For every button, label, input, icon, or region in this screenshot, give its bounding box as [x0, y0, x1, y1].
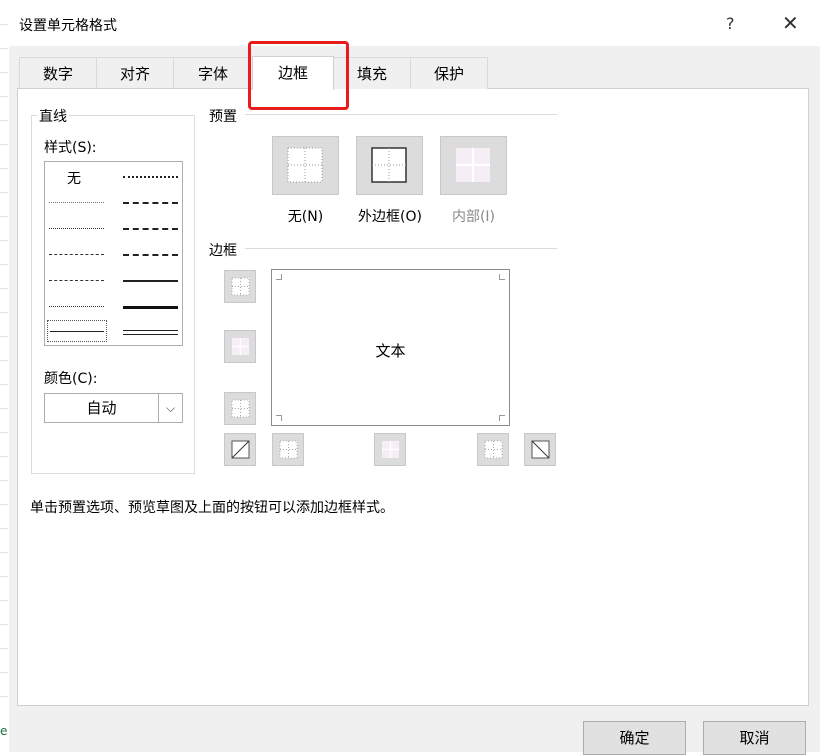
- sheet-row-line: [0, 624, 8, 625]
- border-section-label: 边框: [209, 243, 237, 259]
- sheet-row-line: [0, 240, 8, 241]
- sheet-row-line: [0, 600, 8, 601]
- sheet-row-line: [0, 576, 8, 577]
- line-style-medium[interactable]: [123, 280, 178, 282]
- line-style-dash-dot-dot[interactable]: [49, 254, 104, 255]
- border-diagonal-down-button[interactable]: [524, 433, 556, 466]
- border-diagonal-up-button[interactable]: [224, 433, 256, 466]
- sheet-row-line: [0, 552, 8, 553]
- sheet-row-line: [0, 264, 8, 265]
- border-preview-area[interactable]: 文本: [271, 269, 510, 426]
- color-dropdown-value: 自动: [45, 394, 159, 422]
- line-style-thick[interactable]: [123, 306, 178, 309]
- preset-outline-button[interactable]: [356, 136, 423, 195]
- border-inside-horizontal-button[interactable]: [224, 330, 256, 363]
- sheet-row-line: [0, 672, 8, 673]
- presets-section-label: 预置: [209, 109, 237, 125]
- help-button[interactable]: ?: [726, 14, 735, 33]
- diagonal-down-icon: [531, 440, 550, 459]
- border-divider: [245, 248, 557, 249]
- preview-corner-mark: [499, 415, 505, 421]
- sheet-row-line: [0, 288, 8, 289]
- border-bottom-icon: [231, 399, 250, 418]
- sheet-edge-text: e: [0, 724, 8, 738]
- line-style-dash-dot[interactable]: [49, 280, 104, 281]
- sheet-row-line: [0, 696, 8, 697]
- line-style-medium-dash-dot[interactable]: [123, 228, 178, 230]
- preset-outline-label[interactable]: 外边框(O): [352, 206, 428, 226]
- dialog-titlebar: [9, 0, 820, 46]
- line-style-list[interactable]: 无: [44, 161, 183, 346]
- line-style-medium-dash-dot-dot[interactable]: [123, 176, 178, 178]
- border-bottom-button[interactable]: [224, 392, 256, 425]
- sheet-row-line: [0, 144, 8, 145]
- border-right-button[interactable]: [477, 433, 509, 466]
- sheet-row-line: [0, 360, 8, 361]
- style-label: 样式(S):: [44, 140, 97, 156]
- sheet-row-line: [0, 312, 8, 313]
- sheet-row-line: [0, 456, 8, 457]
- sheet-row-line: [0, 72, 8, 73]
- sheet-row-line: [0, 504, 8, 505]
- preset-inside-button[interactable]: [440, 136, 507, 195]
- sheet-row-line: [0, 216, 8, 217]
- sheet-row-line: [0, 480, 8, 481]
- border-top-button[interactable]: [224, 270, 256, 303]
- hint-text: 单击预置选项、预览草图及上面的按钮可以添加边框样式。: [30, 500, 394, 516]
- tab-protection[interactable]: 保护: [410, 57, 488, 89]
- tab-font[interactable]: 字体: [173, 57, 253, 89]
- sheet-row-line: [0, 336, 8, 337]
- preset-none-label[interactable]: 无(N): [272, 206, 339, 226]
- line-style-dotted[interactable]: [49, 228, 104, 229]
- line-style-medium-dashed[interactable]: [123, 254, 178, 256]
- color-dropdown[interactable]: 自动 ⌵: [44, 393, 183, 423]
- preset-outline-icon: [371, 147, 407, 183]
- sheet-row-line: [0, 168, 8, 169]
- sheet-row-line: [0, 120, 8, 121]
- line-style-double[interactable]: [123, 330, 178, 335]
- preview-corner-mark: [276, 274, 282, 280]
- preset-none-button[interactable]: [272, 136, 339, 195]
- cancel-button[interactable]: 取消: [703, 721, 806, 755]
- preset-inside-icon: [456, 148, 490, 182]
- tab-alignment[interactable]: 对齐: [96, 57, 174, 89]
- sheet-row-line: [0, 48, 8, 49]
- line-style-hair[interactable]: [49, 202, 104, 203]
- color-label: 颜色(C):: [44, 371, 98, 387]
- line-style-dashed-thin[interactable]: [49, 306, 104, 307]
- border-inside-vertical-button[interactable]: [374, 433, 406, 466]
- border-right-icon: [484, 440, 503, 459]
- preview-text: 文本: [375, 342, 406, 360]
- line-style-none[interactable]: 无: [67, 168, 81, 188]
- preview-corner-mark: [499, 274, 505, 280]
- dialog-title: 设置单元格格式: [19, 18, 117, 34]
- sheet-row-line: [0, 192, 8, 193]
- sheet-row-line: [0, 408, 8, 409]
- tab-number[interactable]: 数字: [19, 57, 97, 89]
- line-group-label: 直线: [37, 106, 69, 126]
- preset-none-icon: [287, 147, 323, 183]
- close-icon[interactable]: ✕: [782, 11, 799, 35]
- chevron-down-icon[interactable]: ⌵: [159, 394, 182, 422]
- preview-corner-mark: [276, 415, 282, 421]
- sheet-row-line: [0, 96, 8, 97]
- border-left-button[interactable]: [272, 433, 304, 466]
- sheet-row-line: [0, 384, 8, 385]
- border-inside-vertical-icon: [382, 441, 399, 458]
- diagonal-up-icon: [231, 440, 250, 459]
- line-style-slant-dash-dot[interactable]: [123, 202, 178, 204]
- border-top-icon: [231, 277, 250, 296]
- presets-divider: [245, 114, 557, 115]
- line-style-thin-selected[interactable]: [47, 320, 107, 342]
- preset-inside-label: 内部(I): [451, 209, 496, 225]
- sheet-row-line: [0, 528, 8, 529]
- border-inside-horizontal-icon: [232, 338, 249, 355]
- sheet-row-line: [0, 648, 8, 649]
- sheet-row-line: [0, 432, 8, 433]
- annotation-highlight-box: [248, 41, 349, 110]
- ok-button[interactable]: 确定: [583, 721, 686, 755]
- sheet-row-line: [0, 24, 8, 25]
- border-left-icon: [279, 440, 298, 459]
